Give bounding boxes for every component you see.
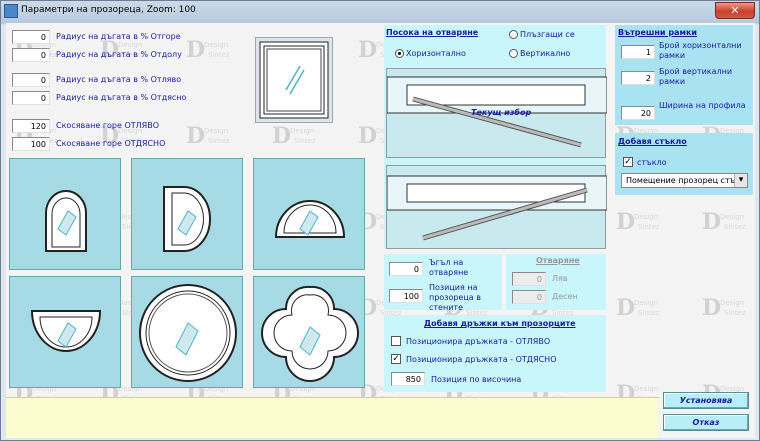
inner-h-label: Брой хоризонтални рамки <box>659 41 742 60</box>
window-preview-drawing <box>259 41 329 119</box>
window-title: Параметри на прозореца, Zoom: 100 <box>21 5 196 15</box>
app-icon <box>4 4 18 18</box>
watermark-text: Sintez <box>294 137 316 145</box>
opening-horizontal-radio[interactable] <box>395 49 404 58</box>
shape-quatrefoil-thumb[interactable] <box>253 276 365 388</box>
watermark-text: Sintez <box>208 51 230 59</box>
bevel-left-input[interactable]: 120 <box>12 119 50 133</box>
watermark-text: Design <box>720 213 745 221</box>
watermark-letter: D <box>186 123 206 149</box>
angle-input[interactable]: 0 <box>389 262 423 276</box>
watermark-text: Design <box>634 385 659 393</box>
client-area: DDesignSintezDDesignSintezDDesignSintezD… <box>6 23 755 438</box>
arc-bottom-label: Радиус на дъгата в % Отдолу <box>56 50 182 59</box>
handle-right-checkbox[interactable]: ✓ <box>391 354 401 364</box>
open-right-input[interactable]: 0 <box>512 290 546 304</box>
handles-title: Добавя дръжки към прозорците <box>424 319 576 328</box>
inner-width-label: Ширина на профила <box>659 101 746 110</box>
title-bar[interactable]: Параметри на прозореца, Zoom: 100 ✕ <box>1 1 759 23</box>
bevel-right-input[interactable]: 100 <box>12 137 50 151</box>
watermark-text: Sintez <box>638 223 660 231</box>
open-right-label: Десен <box>552 292 578 301</box>
watermark-text: Sintez <box>208 137 230 145</box>
current-choice-label: Текущ избор <box>471 108 532 117</box>
watermark-letter: D <box>702 295 722 321</box>
ok-button[interactable]: Установява <box>663 392 749 409</box>
arc-left-label: Радиус на дъгата в % Отляво <box>56 75 182 84</box>
glass-type-value: Помещение прозорец стъ <box>626 176 736 185</box>
close-button[interactable]: ✕ <box>715 2 755 19</box>
opening-horizontal-label: Хоризонтално <box>406 49 466 58</box>
watermark-letter: D <box>358 37 378 63</box>
watermark-letter: D <box>272 123 292 149</box>
shape-half-top-thumb[interactable] <box>253 158 365 270</box>
bevel-right-label: Скосяване горе ОТДЯСНО <box>56 139 166 148</box>
alt-choice-drawing <box>386 175 608 241</box>
handle-height-input[interactable]: 850 <box>391 372 425 386</box>
watermark-text: Sintez <box>724 223 746 231</box>
opening-title: Посока на отваряне <box>386 28 479 37</box>
watermark-text: Design <box>634 299 659 307</box>
handle-left-checkbox[interactable] <box>391 336 401 346</box>
shape-round-top-thumb[interactable] <box>9 158 121 270</box>
watermark-letter: D <box>702 209 722 235</box>
window-preview <box>255 37 333 123</box>
glass-type-dropdown[interactable]: Помещение прозорец стъ ▾ <box>621 173 748 188</box>
handle-right-label: Позиционира дръжката - ОТДЯСНО <box>406 355 557 364</box>
watermark-text: Design <box>204 41 229 49</box>
open-left-label: Ляв <box>552 274 568 283</box>
inner-v-input[interactable]: 2 <box>621 71 655 85</box>
watermark-text: Sintez <box>638 309 660 317</box>
inner-v-label: Брой вертикални рамки <box>659 67 733 86</box>
glass-check-label: стъкло <box>637 158 667 167</box>
watermark-letter: D <box>616 295 636 321</box>
arc-top-label: Радиус на дъгата в % Отгоре <box>56 32 181 41</box>
watermark-letter: D <box>616 209 636 235</box>
position-label: Позиция на прозореца в стените <box>429 283 481 312</box>
shape-circle-thumb[interactable] <box>131 276 243 388</box>
watermark-text: Design <box>720 299 745 307</box>
watermark-text: Design <box>118 41 143 49</box>
opening-vertical-label: Вертикално <box>520 49 571 58</box>
arc-right-input[interactable]: 0 <box>12 91 50 105</box>
open-left-input[interactable]: 0 <box>512 272 546 286</box>
arc-top-input[interactable]: 0 <box>12 30 50 44</box>
watermark-text: Design <box>204 127 229 135</box>
handle-height-label: Позиция по височина <box>431 375 522 384</box>
inner-h-input[interactable]: 1 <box>621 45 655 59</box>
open-side-title: Отваряне <box>536 256 580 265</box>
glass-title: Добавя стъкло <box>618 137 687 146</box>
opening-sliding-radio[interactable] <box>509 30 518 39</box>
status-area <box>6 397 658 438</box>
inner-frames-title: Вътрешни рамки <box>618 28 698 37</box>
arc-bottom-input[interactable]: 0 <box>12 48 50 62</box>
arc-left-input[interactable]: 0 <box>12 73 50 87</box>
bevel-left-label: Скосяване горе ОТЛЯВО <box>56 121 160 130</box>
shape-half-bottom-thumb[interactable] <box>9 276 121 388</box>
handle-left-label: Позиционира дръжката - ОТЛЯВО <box>406 337 551 346</box>
opening-vertical-radio[interactable] <box>509 49 518 58</box>
shape-half-right-thumb[interactable] <box>131 158 243 270</box>
arc-right-label: Радиус на дъгата в % Отдясно <box>56 93 187 102</box>
alt-choice-preview[interactable] <box>386 165 608 249</box>
opening-sliding-label: Плъзгащи се <box>520 30 575 39</box>
inner-width-input[interactable]: 20 <box>621 106 655 120</box>
cancel-button[interactable]: Отказ <box>663 414 749 431</box>
chevron-down-icon[interactable]: ▾ <box>734 174 747 187</box>
glass-checkbox[interactable]: ✓ <box>623 157 633 167</box>
angle-label: Ъгъл на отваряне <box>429 258 469 277</box>
position-input[interactable]: 100 <box>389 289 423 303</box>
watermark-letter: D <box>186 37 206 63</box>
watermark-text: Sintez <box>724 309 746 317</box>
watermark-text: Design <box>634 213 659 221</box>
dialog-window: Параметри на прозореца, Zoom: 100 ✕ DDes… <box>0 0 760 441</box>
watermark-letter: D <box>358 123 378 149</box>
watermark-text: Design <box>290 127 315 135</box>
